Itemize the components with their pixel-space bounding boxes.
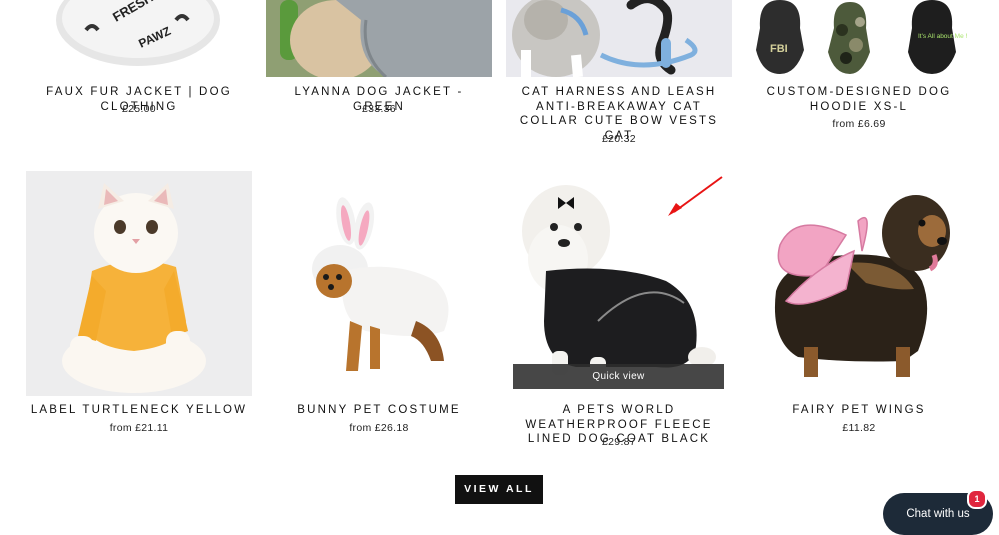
product-price: £11.82 <box>842 422 876 434</box>
hoodie-text-fbi: FBI <box>770 43 788 55</box>
product-image-turtleneck[interactable] <box>26 171 252 396</box>
product-image-bunny-costume[interactable] <box>266 171 492 396</box>
quick-view-button[interactable]: Quick view <box>513 364 724 389</box>
chat-label: Chat with us <box>906 508 970 520</box>
product-title[interactable]: CUSTOM-DESIGNED DOG HOODIE XS-L <box>746 85 972 114</box>
product-image-faux-fur-jacket[interactable]: FRESH PAWZ <box>26 0 252 77</box>
product-price: from £21.11 <box>109 422 169 434</box>
red-arrow-icon <box>668 176 723 216</box>
product-price: £29.87 <box>602 436 636 448</box>
product-title[interactable]: LABEL TURTLENECK YELLOW <box>26 403 252 418</box>
product-price: from £26.18 <box>349 422 409 434</box>
product-image-fairy-wings[interactable] <box>746 171 972 396</box>
product-price: £20.32 <box>602 133 636 145</box>
product-price: £33.36 <box>362 103 396 115</box>
chat-notification-badge: 1 <box>967 489 987 509</box>
product-title[interactable]: BUNNY PET COSTUME <box>266 403 492 418</box>
product-title[interactable]: FAIRY PET WINGS <box>746 403 972 418</box>
product-price: £25.00 <box>122 103 156 115</box>
product-image-cat-harness[interactable] <box>506 0 732 77</box>
product-image-dog-hoodie[interactable]: FBI It's All about Me ! <box>746 0 972 77</box>
product-image-lyanna-jacket[interactable] <box>266 0 492 77</box>
hoodie-text-me: It's All about Me ! <box>918 33 967 40</box>
product-price: from £6.69 <box>832 118 886 130</box>
view-all-button[interactable]: VIEW ALL <box>455 475 543 504</box>
